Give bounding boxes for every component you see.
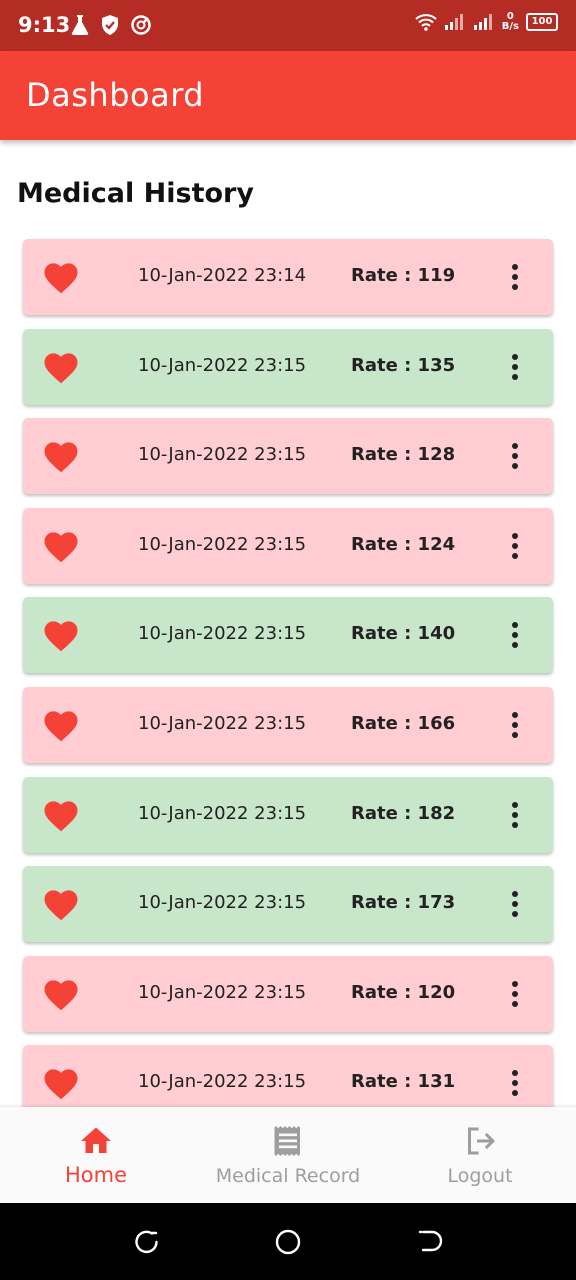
history-date: 10-Jan-2022 23:14 [138,265,307,286]
back-icon[interactable] [415,1228,443,1256]
history-date: 10-Jan-2022 23:15 [138,354,307,376]
history-rate: Rate : 128 [351,444,456,466]
receipt-icon [274,1126,300,1156]
network-speed-unit: B/s [501,21,519,32]
nav-home[interactable]: Home [0,1107,192,1203]
history-item[interactable]: 10-Jan-2022 23:15 Rate : 182 [23,776,553,853]
history-rate: Rate : 119 [351,265,456,286]
history-item[interactable]: 10-Jan-2022 23:15 Rate : 120 [23,955,553,1032]
history-date: 10-Jan-2022 23:15 [138,802,307,824]
history-rate: Rate : 124 [351,533,456,555]
history-rate: Rate : 182 [351,802,456,824]
history-item[interactable]: 10-Jan-2022 23:15 Rate : 166 [23,686,553,763]
nav-medical-record-label: Medical Record [215,1165,361,1187]
more-options-icon[interactable] [509,801,521,830]
heart-icon [44,621,78,652]
status-bar: 9:13 0 B/s 100 [0,0,576,51]
nav-medical-record[interactable]: Medical Record [192,1107,384,1203]
heart-icon [44,980,78,1010]
more-options-icon[interactable] [509,264,521,292]
heart-icon [44,800,78,831]
heart-icon [44,890,78,921]
signal-icon [444,14,463,30]
section-title: Medical History [17,178,254,209]
history-item[interactable]: 10-Jan-2022 23:15 Rate : 140 [23,597,553,674]
more-options-icon[interactable] [509,532,521,561]
more-options-icon[interactable] [509,443,521,471]
history-date: 10-Jan-2022 23:15 [138,1071,307,1093]
battery-indicator: 100 [526,13,558,31]
data-saver-icon [131,15,151,35]
history-item[interactable]: 10-Jan-2022 23:15 Rate : 124 [23,507,553,584]
nav-logout-label: Logout [447,1165,513,1187]
heart-icon [44,532,78,563]
app-bar: Dashboard [0,51,576,140]
more-options-icon[interactable] [509,980,521,1009]
more-options-icon[interactable] [509,891,521,919]
status-time: 9:13 [18,13,71,37]
more-options-icon[interactable] [509,622,521,650]
history-item[interactable]: 10-Jan-2022 23:14 Rate : 119 [23,239,553,315]
logout-icon [468,1127,495,1155]
history-rate: Rate : 120 [351,981,456,1003]
history-date: 10-Jan-2022 23:15 [138,623,307,645]
home-circle-icon[interactable] [274,1228,302,1256]
history-item[interactable]: 10-Jan-2022 23:15 Rate : 173 [23,866,553,943]
history-date: 10-Jan-2022 23:15 [138,712,307,734]
heart-icon [44,263,78,294]
history-date: 10-Jan-2022 23:15 [138,533,307,555]
history-rate: Rate : 131 [351,1071,456,1093]
page-title: Dashboard [26,76,205,114]
nav-home-label: Home [64,1163,127,1187]
status-notification-icons [70,14,152,36]
network-speed: 0 B/s [502,12,519,32]
history-rate: Rate : 140 [351,623,456,645]
nav-logout[interactable]: Logout [384,1107,576,1203]
history-rate: Rate : 135 [351,354,456,376]
history-item[interactable]: 10-Jan-2022 23:15 Rate : 135 [23,328,553,405]
heart-icon [44,442,78,473]
more-options-icon[interactable] [509,711,521,740]
history-rate: Rate : 166 [351,712,456,734]
heart-icon [44,1069,78,1100]
more-options-icon[interactable] [509,1070,521,1098]
signal-icon-2 [473,14,492,30]
history-date: 10-Jan-2022 23:15 [138,892,307,914]
history-item[interactable]: 10-Jan-2022 23:15 Rate : 128 [23,418,553,495]
history-list[interactable]: 10-Jan-2022 23:14 Rate : 119 10-Jan-2022… [23,239,553,1135]
flask-icon [71,15,89,35]
wifi-icon [415,14,437,31]
more-options-icon[interactable] [509,353,521,382]
history-rate: Rate : 173 [351,892,456,914]
recents-icon[interactable] [133,1228,161,1256]
bottom-navigation: Home Medical Record Logout [0,1107,576,1203]
home-icon [81,1127,111,1153]
heart-icon [44,352,78,383]
history-date: 10-Jan-2022 23:15 [138,981,307,1003]
heart-icon [44,711,78,742]
system-navigation-bar [0,1203,576,1280]
shield-icon [102,15,118,35]
history-date: 10-Jan-2022 23:15 [138,444,307,466]
status-system-icons: 0 B/s 100 [415,12,558,32]
